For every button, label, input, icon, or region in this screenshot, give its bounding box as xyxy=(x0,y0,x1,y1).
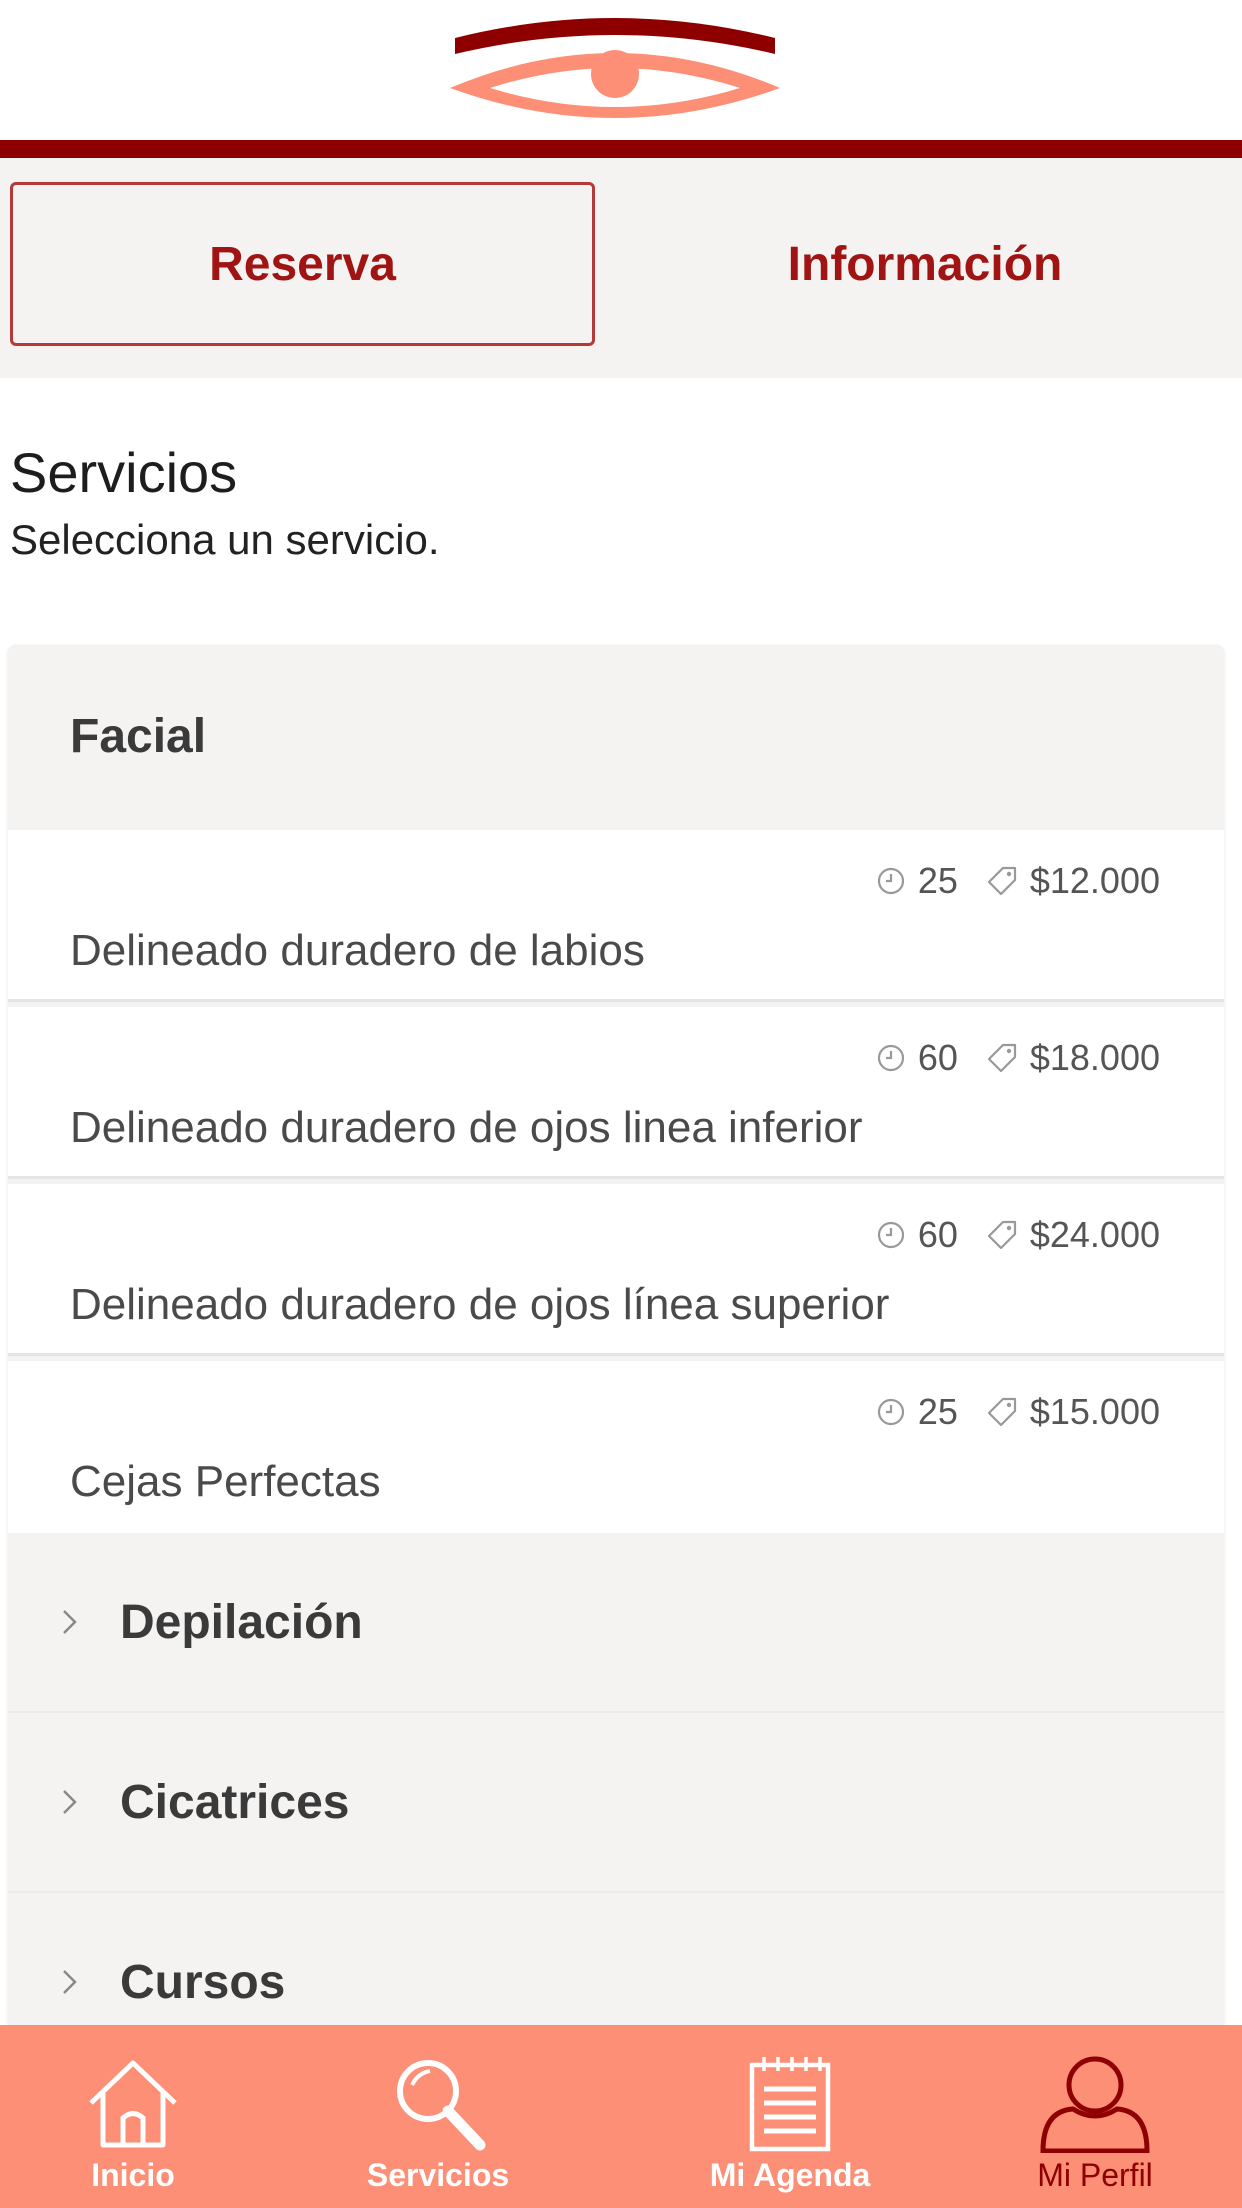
nav-label: Mi Perfil xyxy=(1037,2157,1153,2193)
service-name: Delineado duradero de ojos línea superio… xyxy=(70,1280,890,1329)
chevron-right-icon xyxy=(63,1790,77,1814)
price-tag-icon xyxy=(987,1397,1016,1427)
category-depilacion[interactable]: Depilación xyxy=(8,1533,1224,1713)
nav-label: Inicio xyxy=(91,2157,175,2193)
chevron-right-icon xyxy=(63,1970,77,1994)
category-label: Cicatrices xyxy=(120,1775,350,1829)
agenda-icon xyxy=(749,2057,831,2152)
page-title: Servicios xyxy=(10,441,238,504)
category-label: Depilación xyxy=(120,1595,363,1649)
category-label: Cursos xyxy=(120,1955,286,2009)
nav-mi-agenda[interactable]: Mi Agenda xyxy=(670,2025,910,2208)
nav-servicios[interactable]: Servicios xyxy=(318,2025,558,2208)
app-header xyxy=(0,0,1242,140)
category-label: Facial xyxy=(70,710,207,763)
category-cicatrices[interactable]: Cicatrices xyxy=(8,1713,1224,1893)
service-duration: 25 xyxy=(917,1391,958,1432)
service-price: $12.000 xyxy=(1029,860,1160,901)
price-tag-icon xyxy=(987,1220,1016,1250)
header-divider xyxy=(0,140,1242,158)
service-meta: 25 $15.000 xyxy=(876,1391,1160,1433)
service-price: $18.000 xyxy=(1029,1037,1160,1078)
service-name: Delineado duradero de labios xyxy=(70,926,645,975)
search-icon xyxy=(397,2060,486,2151)
tab-reserva[interactable]: Reserva xyxy=(10,182,595,346)
clock-icon xyxy=(877,1221,904,1249)
service-duration: 25 xyxy=(917,860,958,901)
tab-bar: Reserva Información xyxy=(0,158,1242,378)
services-panel: Facial 25 $12.000 Delineado duradero de … xyxy=(8,645,1224,2025)
service-item[interactable]: 25 $15.000 Cejas Perfectas xyxy=(8,1361,1224,1533)
page-subtitle: Selecciona un servicio. xyxy=(10,516,440,563)
service-price: $24.000 xyxy=(1029,1214,1160,1255)
service-item[interactable]: 25 $12.000 Delineado duradero de labios xyxy=(8,830,1224,1002)
eye-logo-icon xyxy=(450,18,780,118)
clock-icon xyxy=(877,867,904,895)
profile-icon xyxy=(1040,2056,1150,2153)
category-cursos[interactable]: Cursos xyxy=(8,1893,1224,2025)
nav-mi-perfil[interactable]: Mi Perfil xyxy=(975,2025,1215,2208)
nav-inicio[interactable]: Inicio xyxy=(13,2025,253,2208)
service-meta: 25 $12.000 xyxy=(876,860,1160,902)
tab-informacion[interactable]: Información xyxy=(630,182,1220,346)
service-price: $15.000 xyxy=(1029,1391,1160,1432)
home-icon xyxy=(89,2060,177,2148)
nav-label: Mi Agenda xyxy=(709,2157,871,2193)
service-meta: 60 $18.000 xyxy=(876,1037,1160,1079)
category-header-facial[interactable]: Facial xyxy=(8,645,1224,828)
nav-label: Servicios xyxy=(366,2157,510,2193)
chevron-right-icon xyxy=(63,1610,77,1634)
bottom-navigation: Inicio Servicios Mi Agenda Mi Perfil xyxy=(0,2025,1242,2208)
service-duration: 60 xyxy=(917,1214,958,1255)
service-item[interactable]: 60 $18.000 Delineado duradero de ojos li… xyxy=(8,1007,1224,1179)
clock-icon xyxy=(877,1398,904,1426)
service-name: Cejas Perfectas xyxy=(70,1457,381,1506)
service-name: Delineado duradero de ojos linea inferio… xyxy=(70,1103,863,1152)
price-tag-icon xyxy=(987,1043,1016,1073)
service-duration: 60 xyxy=(917,1037,958,1078)
service-meta: 60 $24.000 xyxy=(876,1214,1160,1256)
service-item[interactable]: 60 $24.000 Delineado duradero de ojos lí… xyxy=(8,1184,1224,1356)
clock-icon xyxy=(877,1044,904,1072)
price-tag-icon xyxy=(987,866,1016,896)
